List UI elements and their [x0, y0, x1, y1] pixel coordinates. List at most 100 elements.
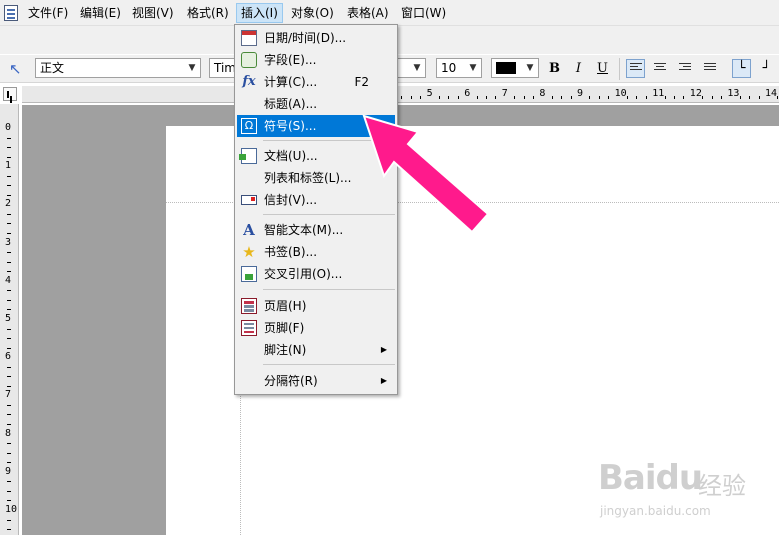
ruler-tick	[523, 96, 525, 99]
menu-item-field[interactable]: 字段(E)...	[237, 49, 395, 71]
menu-item-footer[interactable]: 页脚(F)	[237, 317, 395, 339]
tab-right-button[interactable]: ┘	[757, 59, 776, 78]
ruler-tick	[739, 96, 741, 99]
menu-item-label: 标题(A)...	[264, 97, 318, 111]
ruler-tick	[636, 96, 638, 99]
color-swatch	[496, 62, 516, 74]
menu-edit[interactable]: 编辑(E)	[76, 3, 125, 23]
menu-item-caption[interactable]: 标题(A)...	[237, 93, 395, 115]
ruler-tick	[674, 96, 675, 99]
menu-separator	[263, 289, 395, 290]
menu-item-footnote[interactable]: 脚注(N) ▶	[237, 339, 395, 361]
menu-item-header[interactable]: 页眉(H)	[237, 295, 395, 317]
menu-item-shortcut: F2	[354, 75, 369, 89]
ruler-tick	[7, 452, 11, 454]
ruler-tick	[7, 462, 11, 464]
ruler-tick	[7, 490, 11, 492]
justify-button[interactable]	[701, 59, 720, 78]
ruler-tick	[457, 96, 459, 99]
menu-item-document[interactable]: 文档(U)...	[237, 145, 395, 167]
ruler-tick	[7, 309, 11, 311]
align-center-button[interactable]	[651, 59, 670, 78]
watermark-logo: Baidu	[598, 458, 703, 498]
ruler-tick	[7, 252, 11, 254]
menu-item-smart-text[interactable]: A 智能文本(M)...	[237, 219, 395, 241]
ruler-tick	[7, 414, 11, 416]
ruler-number: 11	[652, 88, 665, 99]
bold-button[interactable]: B	[545, 59, 564, 78]
ruler-tick	[7, 481, 11, 483]
align-right-icon	[679, 63, 691, 74]
menu-file[interactable]: 文件(F)	[24, 3, 72, 23]
smart-text-icon: A	[243, 221, 255, 239]
menu-item-label: 文档(U)...	[264, 149, 318, 163]
ruler-tick	[7, 404, 11, 406]
cross-reference-icon	[241, 266, 257, 282]
watermark-cn: 经验	[698, 472, 746, 500]
menu-object[interactable]: 对象(O)	[287, 3, 338, 23]
font-color-combo[interactable]: ▼	[491, 58, 539, 78]
menu-item-bookmark[interactable]: ★ 书签(B)...	[237, 241, 395, 263]
ruler-number: 6	[464, 88, 471, 99]
ruler-tick	[7, 328, 11, 330]
ruler-tick	[683, 96, 685, 99]
ruler-number: 4	[5, 274, 12, 286]
ruler-tick	[7, 137, 11, 139]
menu-window[interactable]: 窗口(W)	[397, 3, 450, 23]
align-right-button[interactable]	[676, 59, 695, 78]
ruler-tick	[401, 96, 403, 99]
chevron-down-icon[interactable]: ▼	[522, 59, 538, 77]
ruler-tick	[570, 96, 572, 99]
menu-item-envelope[interactable]: 信封(V)...	[237, 189, 395, 211]
ruler-tick	[495, 96, 497, 99]
menu-item-label: 日期/时间(D)...	[264, 31, 347, 45]
font-name-combo-end[interactable]: ▼	[398, 58, 426, 78]
ruler-tick	[721, 96, 722, 99]
menu-item-label: 智能文本(M)...	[264, 223, 344, 237]
menu-item-calculate[interactable]: fx 计算(C)... F2	[237, 71, 395, 93]
menu-view[interactable]: 视图(V)	[128, 3, 178, 23]
ruler-number: 0	[5, 122, 12, 133]
envelope-icon	[241, 195, 257, 205]
ruler-tick	[514, 96, 516, 99]
menu-format[interactable]: 格式(R)	[183, 3, 233, 23]
ruler-tick	[7, 147, 11, 148]
menu-item-date-time[interactable]: 日期/时间(D)...	[237, 27, 395, 49]
menu-separator	[263, 214, 395, 215]
menu-item-label: 分隔符(R)	[264, 374, 318, 388]
tab-stop-selector[interactable]	[3, 87, 17, 101]
menu-item-lists-labels[interactable]: 列表和标签(L)...	[237, 167, 395, 189]
horizontal-ruler[interactable]	[22, 86, 779, 103]
ruler-tick	[664, 96, 666, 99]
tab-left-button[interactable]: └	[732, 59, 751, 78]
submenu-arrow-icon: ▶	[380, 345, 387, 354]
menu-item-label: 字段(E)...	[264, 53, 317, 67]
paragraph-style-combo[interactable]: 正文 ▼	[35, 58, 201, 78]
ruler-tick	[711, 96, 713, 99]
select-pointer-icon[interactable]: ↖	[9, 60, 22, 78]
ruler-tick	[7, 175, 11, 177]
menu-insert[interactable]: 插入(I)	[236, 3, 283, 23]
footer-icon	[241, 320, 257, 336]
chevron-down-icon[interactable]: ▼	[409, 59, 425, 77]
ruler-tick	[7, 519, 11, 521]
ruler-tick	[7, 261, 11, 263]
font-size-combo[interactable]: 10 ▼	[436, 58, 482, 78]
menu-item-break[interactable]: 分隔符(R) ▶	[237, 370, 395, 392]
calculate-icon: fx	[242, 74, 256, 89]
ruler-tick	[448, 96, 450, 99]
justify-icon	[704, 63, 716, 74]
align-left-button[interactable]	[626, 59, 645, 78]
menu-item-cross-reference[interactable]: 交叉引用(O)...	[237, 263, 395, 285]
menu-table[interactable]: 表格(A)	[343, 3, 393, 23]
menu-item-label: 页眉(H)	[264, 299, 307, 313]
chevron-down-icon[interactable]: ▼	[465, 59, 481, 77]
underline-button[interactable]: U	[593, 59, 612, 78]
submenu-arrow-icon: ▶	[380, 376, 387, 385]
ruler-number: 9	[577, 88, 584, 99]
ruler-tick	[7, 156, 11, 158]
menu-item-symbol[interactable]: Ω 符号(S)...	[237, 115, 395, 137]
italic-button[interactable]: I	[569, 59, 588, 78]
insert-dropdown-menu: 日期/时间(D)... 字段(E)... fx 计算(C)... F2 标题(A…	[234, 24, 398, 395]
chevron-down-icon[interactable]: ▼	[184, 59, 200, 77]
